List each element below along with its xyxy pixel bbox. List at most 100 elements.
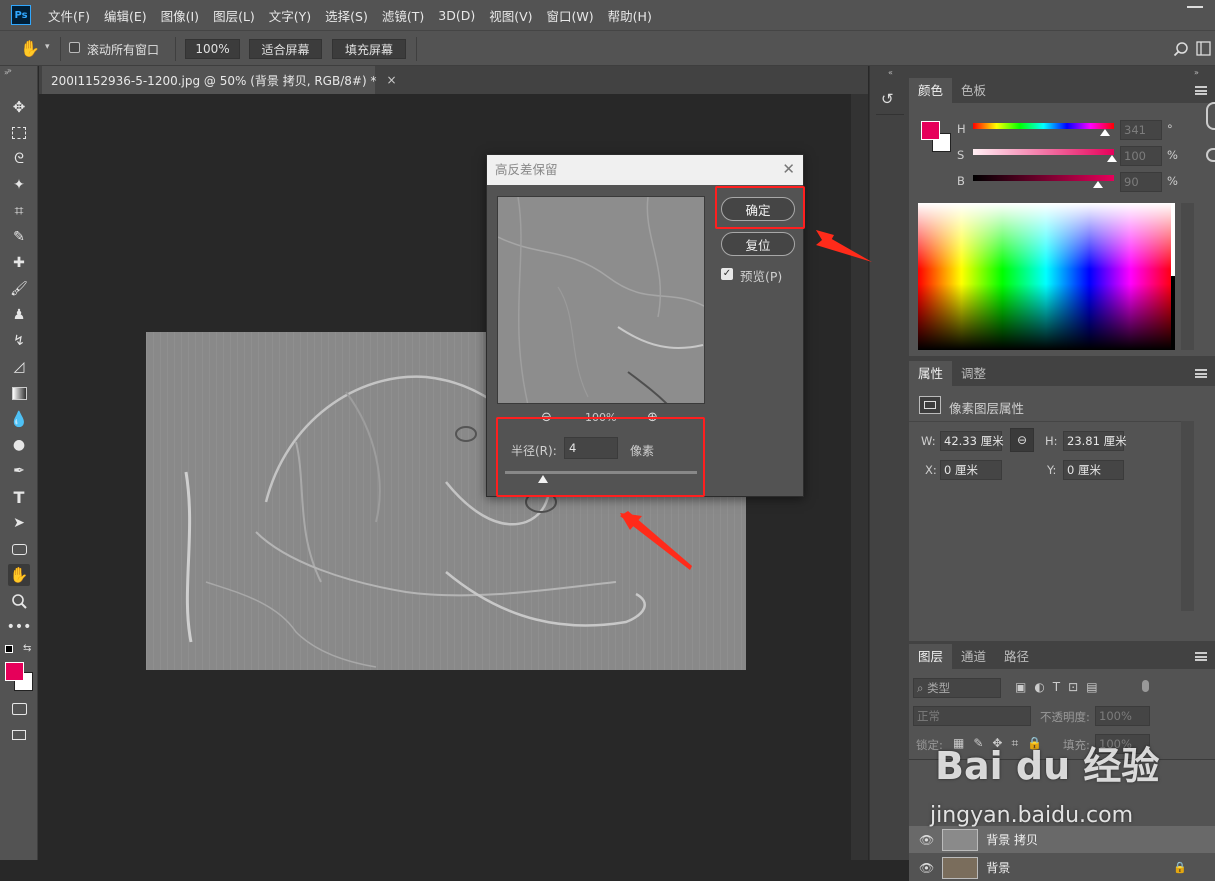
brightness-field[interactable]: 90 — [1120, 172, 1162, 192]
zoom-tool-icon[interactable] — [8, 590, 30, 612]
width-field[interactable]: 42.33 厘米 — [940, 431, 1004, 451]
quick-mask-icon[interactable] — [8, 698, 30, 720]
document-tab[interactable]: 200I1152936-5-1200.jpg @ 50% (背景 拷贝, RGB… — [42, 66, 397, 94]
spectrum-black-bar[interactable] — [1171, 276, 1175, 350]
y-field[interactable]: 0 厘米 — [1063, 460, 1124, 480]
brightness-slider-thumb[interactable] — [1093, 181, 1103, 188]
panel-scrollbar[interactable] — [1181, 203, 1194, 350]
close-tab-icon[interactable]: × — [386, 73, 396, 87]
healing-brush-tool-icon[interactable]: ✚ — [8, 252, 30, 274]
menu-bar: Ps 文件(F) 编辑(E) 图像(I) 图层(L) 文字(Y) 选择(S) 滤… — [0, 0, 1215, 30]
eyedropper-tool-icon[interactable]: ✎ — [8, 226, 30, 248]
menu-image[interactable]: 图像(I) — [154, 6, 206, 25]
path-selection-tool-icon[interactable]: ➤ — [8, 512, 30, 534]
collapse-icon[interactable]: » — [1194, 68, 1199, 77]
panel-menu-icon[interactable] — [1195, 86, 1207, 95]
foreground-color-swatch[interactable] — [5, 662, 24, 681]
blend-mode-select[interactable]: 正常 — [913, 706, 1031, 726]
layer-row-background-copy[interactable]: 👁 背景 拷贝 — [909, 826, 1215, 853]
default-colors-icon[interactable] — [5, 645, 13, 653]
menu-type[interactable]: 文字(Y) — [262, 6, 318, 25]
eraser-tool-icon[interactable]: ◿ — [8, 356, 30, 378]
h-label: H — [957, 122, 966, 136]
layer-filter-icons[interactable]: ▣◐T⊡▤ — [1015, 680, 1106, 694]
hand-tool-icon[interactable]: ✋ — [8, 564, 30, 586]
crop-tool-icon[interactable]: ⌗ — [8, 200, 30, 222]
collapse-icon[interactable]: « — [888, 68, 893, 77]
foreground-color-swatch[interactable] — [921, 121, 940, 140]
marquee-tool-icon[interactable] — [8, 122, 30, 144]
panel-scrollbar[interactable] — [1181, 421, 1194, 611]
document-tab-title: 200I1152936-5-1200.jpg @ 50% (背景 拷贝, RGB… — [51, 73, 377, 88]
height-label: H: — [1045, 434, 1058, 448]
menu-file[interactable]: 文件(F) — [41, 6, 97, 25]
scroll-all-checkbox[interactable] — [69, 42, 80, 53]
hue-field[interactable]: 341 — [1120, 120, 1162, 140]
hue-slider[interactable] — [973, 123, 1114, 129]
tab-color[interactable]: 颜色 — [909, 78, 953, 103]
opacity-field[interactable]: 100% — [1095, 706, 1150, 726]
pen-tool-icon[interactable]: ✒ — [8, 460, 30, 482]
brush-tool-icon[interactable]: 🖌 — [8, 278, 30, 300]
swap-colors-icon[interactable]: ⇆ — [23, 643, 31, 654]
layers-panel-tabs: 图层 通道 路径 — [909, 644, 1215, 669]
screen-mode-icon[interactable] — [8, 724, 30, 746]
history-panel-icon[interactable]: ↺ — [881, 90, 894, 108]
magic-wand-tool-icon[interactable]: ✦ — [8, 174, 30, 196]
fit-screen-button[interactable]: 适合屏幕 — [249, 39, 322, 59]
photoshop-logo[interactable]: Ps — [11, 5, 31, 25]
move-tool-icon[interactable]: ✥ — [8, 96, 30, 118]
x-field[interactable]: 0 厘米 — [940, 460, 1002, 480]
visibility-eye-icon[interactable]: 👁 — [919, 833, 934, 847]
menu-filter[interactable]: 滤镜(T) — [375, 6, 431, 25]
tab-paths[interactable]: 路径 — [995, 644, 1038, 669]
workspace-icon[interactable] — [1196, 40, 1212, 58]
search-icon[interactable] — [1173, 41, 1189, 57]
tab-properties[interactable]: 属性 — [909, 361, 953, 386]
menu-3d[interactable]: 3D(D) — [431, 8, 482, 23]
shape-tool-icon[interactable] — [8, 538, 30, 560]
layer-row-background[interactable]: 👁 背景 🔒 — [909, 854, 1215, 881]
saturation-slider-thumb[interactable] — [1107, 155, 1117, 162]
dodge-tool-icon[interactable]: ● — [8, 434, 30, 456]
fill-screen-button[interactable]: 填充屏幕 — [332, 39, 406, 59]
tab-layers[interactable]: 图层 — [909, 644, 953, 669]
height-field[interactable]: 23.81 厘米 — [1063, 431, 1127, 451]
radius-slider-thumb[interactable] — [538, 475, 549, 483]
lasso-tool-icon[interactable]: ᘓ — [8, 148, 30, 170]
menu-help[interactable]: 帮助(H) — [601, 6, 659, 25]
adjustments-icon[interactable] — [1206, 148, 1215, 162]
type-tool-icon[interactable]: T — [8, 486, 30, 508]
menu-layer[interactable]: 图层(L) — [206, 6, 262, 25]
filter-toggle-icon[interactable] — [1142, 680, 1149, 692]
close-icon[interactable]: ✕ — [782, 162, 795, 177]
link-icon[interactable]: ⊖ — [1010, 428, 1034, 452]
visibility-eye-icon[interactable]: 👁 — [919, 861, 934, 875]
panel-menu-icon[interactable] — [1195, 369, 1207, 378]
tab-channels[interactable]: 通道 — [952, 644, 995, 669]
chevron-down-icon[interactable]: ▾ — [45, 42, 50, 52]
blur-tool-icon[interactable]: 💧 — [8, 408, 30, 430]
gradient-tool-icon[interactable] — [8, 382, 30, 404]
menu-edit[interactable]: 编辑(E) — [97, 6, 154, 25]
panel-menu-icon[interactable] — [1195, 652, 1207, 661]
layer-filter-select[interactable]: ⌕ 类型 — [913, 678, 1001, 698]
menu-view[interactable]: 视图(V) — [482, 6, 539, 25]
hue-slider-thumb[interactable] — [1100, 129, 1110, 136]
zoom-100-button[interactable]: 100% — [185, 39, 240, 59]
minimize-icon[interactable] — [1187, 6, 1203, 8]
saturation-field[interactable]: 100 — [1120, 146, 1162, 166]
expand-icon[interactable]: » — [7, 66, 12, 75]
spectrum-white-bar[interactable] — [1171, 203, 1175, 276]
color-spectrum[interactable] — [918, 203, 1174, 350]
saturation-slider[interactable] — [973, 149, 1114, 155]
tab-swatches[interactable]: 色板 — [952, 78, 995, 103]
history-brush-tool-icon[interactable]: ↯ — [8, 330, 30, 352]
more-tools-icon[interactable]: ••• — [7, 616, 32, 638]
brush-icon[interactable] — [1206, 102, 1215, 130]
clone-stamp-tool-icon[interactable]: ♟ — [8, 304, 30, 326]
menu-window[interactable]: 窗口(W) — [540, 6, 601, 25]
hand-tool-icon[interactable]: ✋ — [20, 39, 40, 58]
menu-select[interactable]: 选择(S) — [318, 6, 375, 25]
tab-adjustments[interactable]: 调整 — [952, 361, 995, 386]
